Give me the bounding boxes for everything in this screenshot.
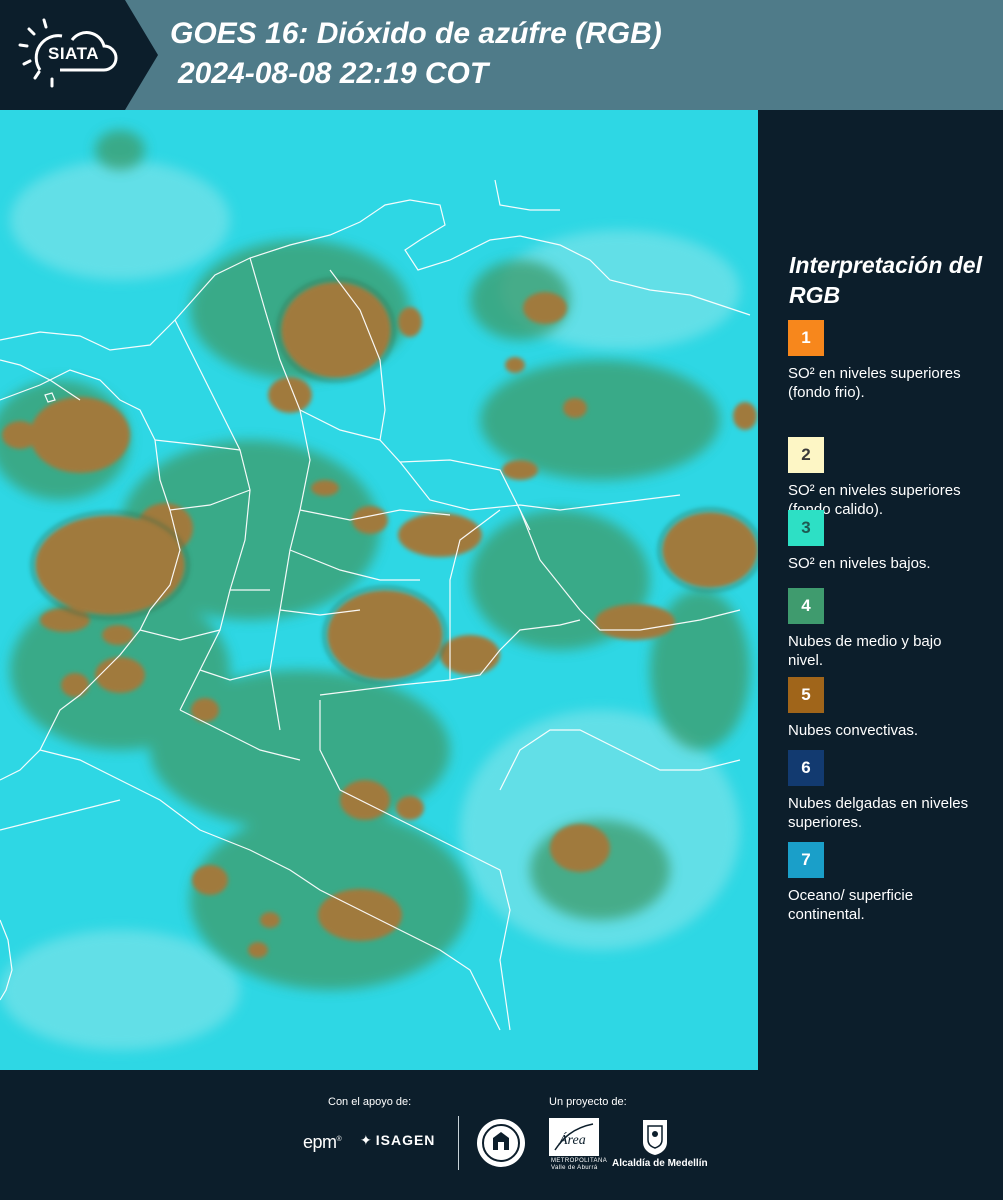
legend-item-4: 4 Nubes de medio y bajo nivel. bbox=[788, 588, 998, 670]
legend-swatch-3: 3 bbox=[788, 510, 824, 546]
siata-logo[interactable]: SIATA bbox=[0, 0, 160, 110]
legend-item-6: 6 Nubes delgadas en niveles superiores. bbox=[788, 750, 998, 832]
legend-description-4: Nubes de medio y bajo nivel. bbox=[788, 633, 942, 669]
page-title: GOES 16: Dióxido de azúfre (RGB) 2024-08… bbox=[170, 14, 662, 94]
header-bar: SIATA GOES 16: Dióxido de azúfre (RGB) 2… bbox=[0, 0, 1003, 110]
logo-text: SIATA bbox=[48, 44, 99, 63]
legend-item-7: 7 Oceano/ superficie continental. bbox=[788, 842, 998, 924]
satellite-image[interactable] bbox=[0, 110, 758, 1070]
footer-divider bbox=[458, 1116, 459, 1170]
title-product: GOES 16: Dióxido de azúfre (RGB) bbox=[170, 17, 662, 50]
svg-text:Área: Área bbox=[558, 1131, 586, 1148]
legend-swatch-2: 2 bbox=[788, 437, 824, 473]
legend-description-3: SO² en niveles bajos. bbox=[788, 555, 931, 572]
epm-logo-text: epm bbox=[303, 1132, 337, 1152]
isagen-logo[interactable]: ✦ ISAGEN bbox=[360, 1132, 435, 1149]
university-seal-icon[interactable] bbox=[476, 1118, 526, 1168]
legend-swatch-7: 7 bbox=[788, 842, 824, 878]
legend-panel: Interpretación del RGB 1 SO² en niveles s… bbox=[758, 110, 1003, 1070]
legend-description-6: Nubes delgadas en niveles superiores. bbox=[788, 795, 969, 831]
legend-item-5: 5 Nubes convectivas. bbox=[788, 677, 998, 740]
legend-item-1: 1 SO² en niveles superiores (fondo frio). bbox=[788, 320, 998, 402]
satellite-map-graphic bbox=[0, 110, 758, 1070]
alcaldia-medellin-label: Alcaldía de Medellín bbox=[612, 1158, 708, 1169]
legend-swatch-6: 6 bbox=[788, 750, 824, 786]
area-caption-line2: Valle de Aburrá bbox=[551, 1165, 598, 1171]
legend-description-5: Nubes convectivas. bbox=[788, 722, 919, 739]
project-label: Un proyecto de: bbox=[549, 1096, 627, 1108]
legend-swatch-1: 1 bbox=[788, 320, 824, 356]
legend-title: Interpretación del RGB bbox=[789, 252, 982, 308]
footer: Con el apoyo de: Un proyecto de: epm® ✦ I… bbox=[0, 1070, 1003, 1200]
area-metropolitana-caption: METROPOLITANA Valle de Aburrá bbox=[551, 1158, 607, 1172]
legend-swatch-4: 4 bbox=[788, 588, 824, 624]
legend-swatch-5: 5 bbox=[788, 677, 824, 713]
area-metropolitana-logo-icon[interactable]: Área bbox=[549, 1118, 599, 1156]
isagen-mark-icon: ✦ bbox=[360, 1132, 373, 1148]
area-caption-line1: METROPOLITANA bbox=[551, 1158, 608, 1164]
legend-item-3: 3 SO² en niveles bajos. bbox=[788, 510, 998, 573]
title-timestamp: 2024-08-08 22:19 COT bbox=[178, 57, 489, 90]
isagen-logo-text: ISAGEN bbox=[375, 1132, 436, 1148]
epm-logo[interactable]: epm® bbox=[303, 1132, 342, 1153]
alcaldia-shield-icon[interactable] bbox=[640, 1118, 670, 1156]
support-label: Con el apoyo de: bbox=[328, 1096, 412, 1108]
legend-description-1: SO² en niveles superiores (fondo frio). bbox=[788, 365, 961, 401]
legend-item-2: 2 SO² en niveles superiores (fondo calido… bbox=[788, 437, 998, 519]
legend-description-7: Oceano/ superficie continental. bbox=[788, 887, 914, 923]
